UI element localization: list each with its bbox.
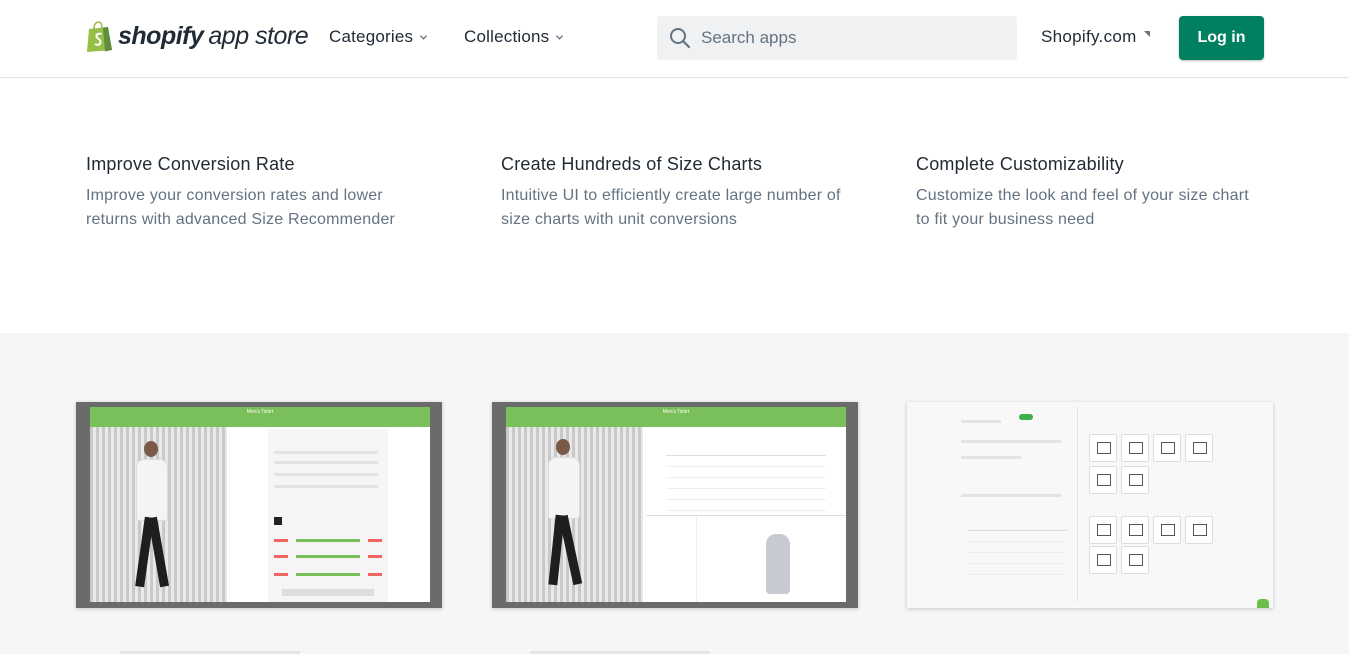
- feature-description: Improve your conversion rates and lower …: [86, 187, 396, 228]
- feature-item: Complete Customizability Customize the l…: [916, 154, 1276, 232]
- modal-title: Men's Tshirt: [506, 407, 846, 427]
- measure-guide: [646, 515, 846, 602]
- model-photo: [506, 427, 643, 602]
- nav-collections[interactable]: Collections: [464, 27, 564, 47]
- app-screenshot[interactable]: [907, 402, 1273, 608]
- size-chart-table: [666, 455, 826, 511]
- feature-title: Improve Conversion Rate: [86, 154, 295, 174]
- shopify-com-link[interactable]: Shopify.com: [1041, 27, 1151, 47]
- screenshot-gallery: Men's Tshirt Men's Tshirt: [0, 333, 1349, 654]
- modal-title: Men's Tshirt: [90, 407, 430, 427]
- size-panel: [268, 429, 388, 602]
- app-screenshot[interactable]: Men's Tshirt: [76, 402, 442, 608]
- feature-item: Improve Conversion Rate Improve your con…: [86, 154, 446, 232]
- nav-collections-label: Collections: [464, 27, 550, 46]
- feature-title: Complete Customizability: [916, 154, 1124, 174]
- chat-badge-icon: [1257, 599, 1269, 608]
- shopify-app-store-logo[interactable]: shopify app store: [86, 19, 309, 53]
- top-header: shopify app store Categories Collections…: [0, 0, 1349, 78]
- feature-section: Improve Conversion Rate Improve your con…: [0, 88, 1349, 333]
- editor-layout-tiles: [1085, 412, 1215, 574]
- feature-item: Create Hundreds of Size Charts Intuitive…: [501, 154, 861, 232]
- logo-wordmark: shopify: [118, 21, 204, 50]
- shopify-com-label: Shopify.com: [1041, 27, 1137, 46]
- nav-categories-label: Categories: [329, 27, 414, 46]
- feature-title: Create Hundreds of Size Charts: [501, 154, 763, 174]
- login-button[interactable]: Log in: [1179, 16, 1264, 60]
- external-link-icon: [1143, 31, 1150, 37]
- search-input[interactable]: [699, 27, 993, 49]
- chevron-down-icon: [556, 34, 564, 40]
- shopify-bag-icon: [86, 20, 113, 52]
- search-icon: [670, 28, 691, 49]
- model-photo: [90, 427, 227, 602]
- logo-subtitle: app store: [208, 21, 309, 50]
- app-screenshot[interactable]: Men's Tshirt: [492, 402, 858, 608]
- screenshot-modal-preview: Men's Tshirt: [90, 407, 430, 602]
- search-bar: [657, 16, 1017, 60]
- chevron-down-icon: [420, 34, 428, 40]
- editor-left-panel: [957, 406, 1078, 602]
- screenshot-modal-preview: Men's Tshirt: [506, 407, 846, 602]
- nav-categories[interactable]: Categories: [329, 27, 428, 47]
- feature-description: Intuitive UI to efficiently create large…: [501, 187, 841, 228]
- feature-description: Customize the look and feel of your size…: [916, 187, 1249, 228]
